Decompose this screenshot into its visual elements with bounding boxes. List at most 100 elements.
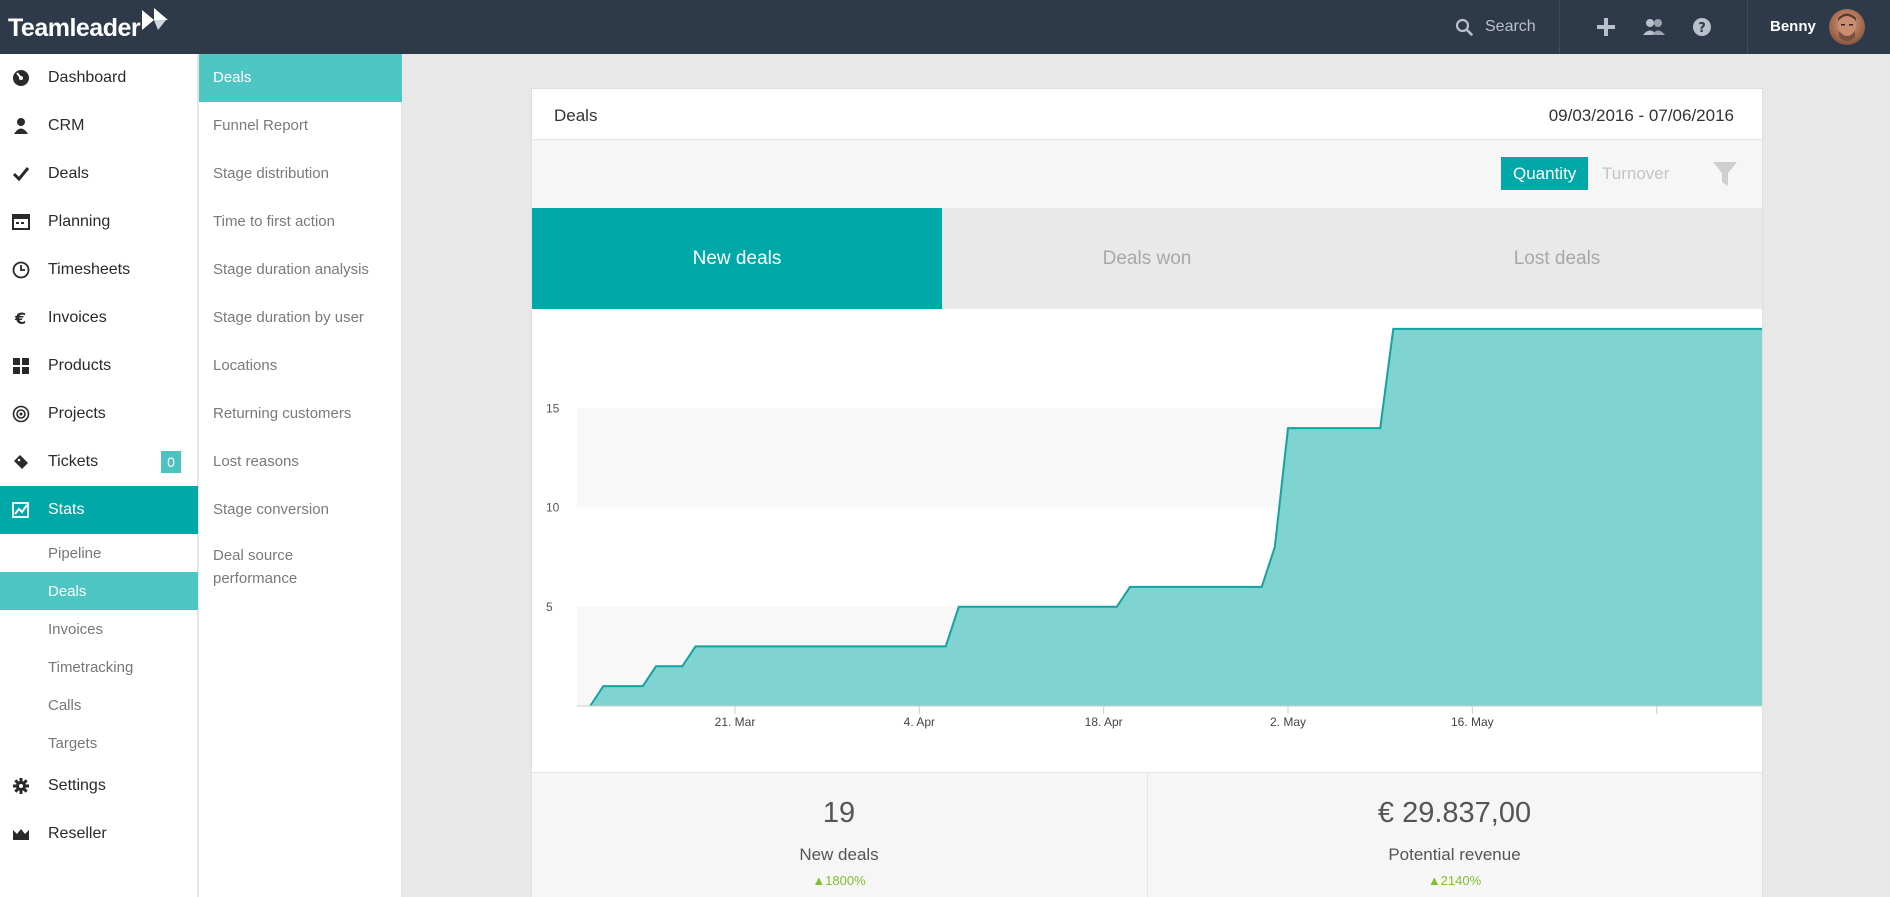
target-icon xyxy=(12,405,30,423)
subnav-item-stage-duration-by-user[interactable]: Stage duration by user xyxy=(199,294,402,342)
euro-icon: € xyxy=(14,309,26,327)
sub-item-label: Calls xyxy=(48,696,82,714)
subnav-label: Stage conversion xyxy=(213,501,329,518)
checkmark-icon xyxy=(12,167,30,182)
sub-item-label: Invoices xyxy=(48,620,104,638)
search-icon xyxy=(1455,18,1473,36)
nav-label: Reseller xyxy=(48,825,107,842)
x-tick-label: 16. May xyxy=(1451,715,1494,729)
subnav-item-stage-conversion[interactable]: Stage conversion xyxy=(199,486,402,534)
subnav-item-locations[interactable]: Locations xyxy=(199,342,402,390)
tickets-count-badge: 0 xyxy=(161,451,181,473)
card-title: Deals xyxy=(554,106,598,125)
add-icon[interactable] xyxy=(1593,14,1619,40)
subnav-label: Deal source performance xyxy=(213,547,298,587)
nav-item-products[interactable]: Products xyxy=(0,342,198,390)
subnav-item-funnel-report[interactable]: Funnel Report xyxy=(199,102,402,150)
nav-item-crm[interactable]: CRM xyxy=(0,102,198,150)
grid-icon xyxy=(13,358,29,374)
team-icon[interactable] xyxy=(1641,14,1667,40)
nav-label: Deals xyxy=(48,165,89,182)
stat-label: New deals xyxy=(799,845,879,864)
nav-item-settings[interactable]: Settings xyxy=(0,762,198,810)
y-tick-label: 5 xyxy=(546,600,553,614)
subnav-label: Deals xyxy=(213,69,252,86)
subnav-label: Locations xyxy=(213,357,278,374)
nav-label: Dashboard xyxy=(48,69,127,86)
tab-lost-deals[interactable]: Lost deals xyxy=(1352,208,1762,309)
logo-mark-icon xyxy=(142,8,168,30)
nav-label: Projects xyxy=(48,405,106,422)
gear-icon xyxy=(13,778,29,794)
tab-new-deals[interactable]: New deals xyxy=(532,208,942,309)
stats-sub-item-targets[interactable]: Targets xyxy=(0,724,198,762)
stat-value: 19 xyxy=(822,797,856,829)
subnav-label: Stage duration by user xyxy=(213,309,364,326)
stats-subnav: Deals Funnel Report Stage distribution T… xyxy=(199,54,402,897)
nav-label: Tickets xyxy=(48,453,99,470)
help-icon[interactable]: ? xyxy=(1689,14,1715,40)
subnav-item-stage-duration-analysis[interactable]: Stage duration analysis xyxy=(199,246,402,294)
stats-sub-item-invoices[interactable]: Invoices xyxy=(0,610,198,648)
subnav-label: Funnel Report xyxy=(213,117,309,134)
x-tick-label: 18. Apr xyxy=(1085,715,1123,729)
nav-item-timesheets[interactable]: Timesheets xyxy=(0,246,198,294)
top-bar: Teamleader Search ? Benny xyxy=(0,0,1890,54)
nav-item-stats[interactable]: Stats xyxy=(0,486,198,534)
stats-sub-item-pipeline[interactable]: Pipeline xyxy=(0,534,198,572)
subnav-label: Stage distribution xyxy=(213,165,329,182)
subnav-item-deals[interactable]: Deals xyxy=(199,54,402,102)
x-tick-label: 21. Mar xyxy=(715,715,756,729)
filter-icon[interactable] xyxy=(1712,160,1738,188)
tab-deals-won[interactable]: Deals won xyxy=(942,208,1352,309)
subnav-label: Time to first action xyxy=(213,213,335,230)
user-name[interactable]: Benny xyxy=(1770,18,1816,35)
nav-item-dashboard[interactable]: Dashboard xyxy=(0,54,198,102)
stats-sub-item-timetracking[interactable]: Timetracking xyxy=(0,648,198,686)
stats-sub-item-calls[interactable]: Calls xyxy=(0,686,198,724)
nav-item-projects[interactable]: Projects xyxy=(0,390,198,438)
search-box[interactable]: Search xyxy=(1455,0,1536,54)
nav-label: Planning xyxy=(48,213,111,230)
stat-change: ▲1800% xyxy=(812,873,866,888)
nav-item-planning[interactable]: Planning xyxy=(0,198,198,246)
date-range-picker[interactable]: 09/03/2016 - 07/06/2016 xyxy=(1549,106,1734,126)
nav-label: Timesheets xyxy=(48,261,131,278)
nav-item-tickets[interactable]: Tickets 0 xyxy=(0,438,198,486)
main-sidebar: Dashboard CRM Deals Planning Timesheets … xyxy=(0,54,198,897)
divider xyxy=(1747,0,1748,54)
app-logo[interactable]: Teamleader xyxy=(8,14,141,43)
stat-label: Potential revenue xyxy=(1388,845,1521,864)
subnav-item-deal-source-performance[interactable]: Deal source performance xyxy=(199,534,402,604)
sub-item-label: Timetracking xyxy=(48,658,134,676)
nav-label: CRM xyxy=(48,117,85,134)
divider xyxy=(1559,0,1560,54)
dashboard-icon xyxy=(13,70,29,86)
subnav-label: Stage duration analysis xyxy=(213,261,369,278)
nav-item-reseller[interactable]: Reseller xyxy=(0,810,198,858)
y-tick-label: 15 xyxy=(546,401,560,415)
avatar[interactable] xyxy=(1829,9,1865,45)
nav-item-deals[interactable]: Deals xyxy=(0,150,198,198)
subnav-item-stage-distribution[interactable]: Stage distribution xyxy=(199,150,402,198)
svg-text:?: ? xyxy=(1698,21,1706,36)
nav-label: Invoices xyxy=(48,309,107,326)
subnav-item-lost-reasons[interactable]: Lost reasons xyxy=(199,438,402,486)
sub-item-label: Targets xyxy=(48,734,98,752)
nav-item-invoices[interactable]: € Invoices xyxy=(0,294,198,342)
subnav-item-time-to-first-action[interactable]: Time to first action xyxy=(199,198,402,246)
chart-toolbar: Quantity Turnover xyxy=(532,139,1762,208)
stat-new-deals: 19 New deals ▲1800% xyxy=(532,773,1146,897)
subnav-item-returning-customers[interactable]: Returning customers xyxy=(199,390,402,438)
quantity-toggle-button[interactable]: Quantity xyxy=(1501,157,1589,190)
stats-sub-item-deals[interactable]: Deals xyxy=(0,572,198,610)
stat-potential-revenue: € 29.837,00 Potential revenue ▲2140% xyxy=(1147,773,1761,897)
sub-item-label: Pipeline xyxy=(48,544,102,562)
turnover-toggle-button[interactable]: Turnover xyxy=(1602,157,1669,190)
y-tick-label: 10 xyxy=(546,501,560,515)
nav-label: Products xyxy=(48,357,112,374)
metric-tabs: New deals Deals won Lost deals xyxy=(532,208,1762,309)
ticket-icon xyxy=(14,455,28,469)
x-tick-label: 4. Apr xyxy=(904,715,935,729)
stat-change: ▲2140% xyxy=(1427,873,1482,888)
